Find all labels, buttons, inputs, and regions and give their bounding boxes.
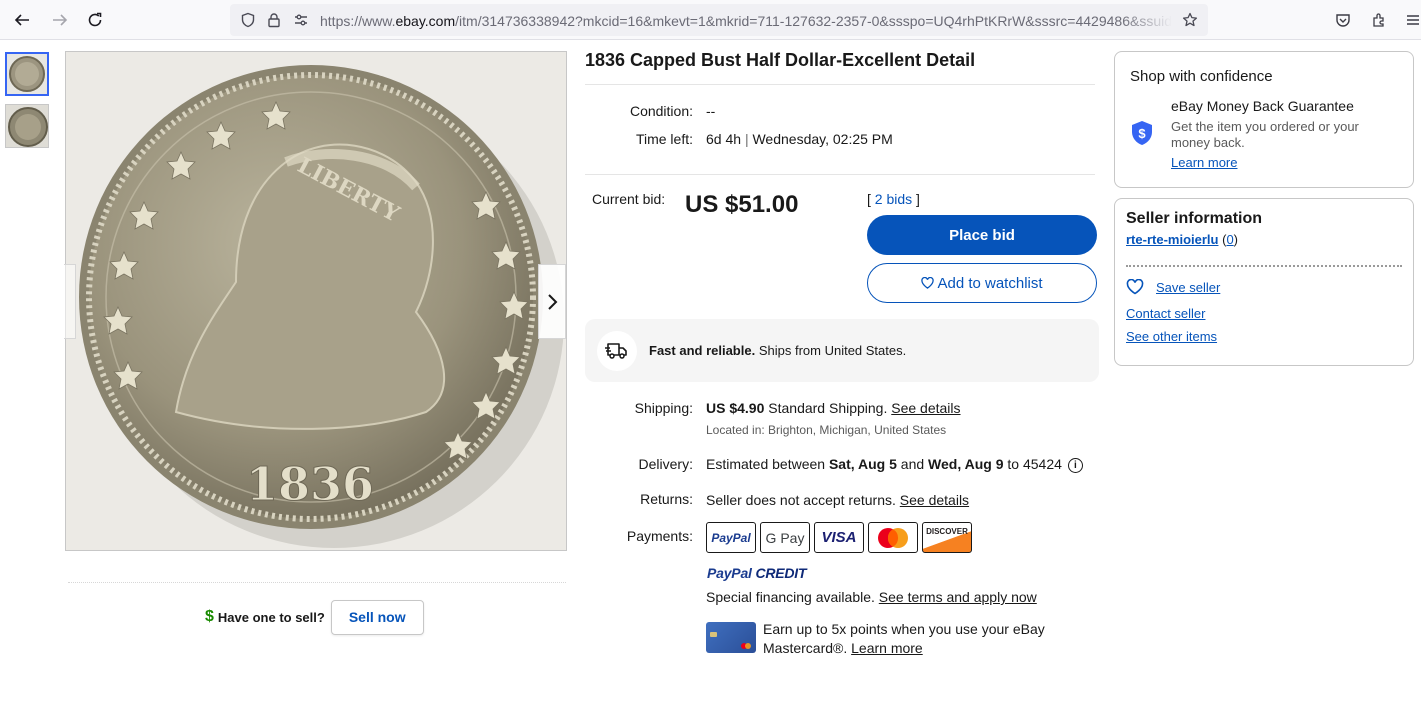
money-back-title: eBay Money Back Guarantee [1171,98,1354,114]
see-terms-link[interactable]: See terms and apply now [879,589,1037,605]
truck-icon [597,331,637,371]
permissions-icon[interactable] [293,12,309,28]
time-left-label: Time left: [635,131,693,147]
dollar-icon: $ [205,608,214,625]
divider [1126,265,1402,267]
money-back-description: Get the item you ordered or your money b… [1171,119,1359,150]
see-other-items-link[interactable]: See other items [1126,329,1217,344]
back-arrow-icon[interactable] [10,8,34,32]
returns-value: Seller does not accept returns. See deta… [706,492,970,508]
divider [585,174,1095,175]
shipping-value: US $4.90 Standard Shipping. See details [706,400,961,416]
menu-icon[interactable] [1403,10,1421,30]
condition-label: Condition: [629,103,693,119]
returns-see-details-link[interactable]: See details [900,492,969,508]
main-item-image[interactable]: LIBERTY 1836 [65,51,567,551]
seller-information-panel: Seller information rte-rte-mioierlu (0) … [1114,198,1414,366]
bid-count: [ 2 bids ] [867,191,920,207]
condition-value: -- [706,103,716,119]
reload-icon[interactable] [83,8,107,32]
shop-with-confidence-panel: Shop with confidence $ eBay Money Back G… [1114,51,1414,188]
seller-feedback-link[interactable]: 0 [1226,232,1233,247]
add-to-watchlist-button[interactable]: Add to watchlist [867,263,1097,303]
add-to-watchlist-label: Add to watchlist [937,274,1043,292]
coin-year: 1836 [246,457,374,511]
current-bid-value: US $51.00 [685,191,799,218]
seller-name-row: rte-rte-mioierlu (0) [1126,232,1239,247]
chevron-right-icon [548,293,558,310]
special-financing: Special financing available. See terms a… [706,589,1037,605]
paypal-logo: PayPal [706,522,756,553]
divider [68,582,566,583]
mastercard-learn-more-link[interactable]: Learn more [851,640,923,656]
current-bid-label: Current bid: [592,191,666,207]
image-next-button[interactable] [538,264,566,339]
image-prev-button[interactable] [64,264,76,339]
divider [585,84,1095,85]
payments-label: Payments: [626,528,693,544]
browser-toolbar: https://www.ebay.com/itm/314736338942?mk… [0,0,1421,40]
delivery-value: Estimated between Sat, Aug 5 and Wed, Au… [706,456,1083,473]
save-seller-button[interactable]: Save seller [1126,279,1220,295]
forward-arrow-icon[interactable] [48,8,72,32]
shipping-banner-text: Fast and reliable. Ships from United Sta… [649,343,907,358]
discover-logo: DISCOVER [922,522,972,553]
money-back-shield-icon: $ [1130,120,1154,146]
lock-icon[interactable] [266,12,282,28]
heart-icon [1126,279,1144,295]
contact-seller-link[interactable]: Contact seller [1126,306,1205,321]
bookmark-star-icon[interactable] [1182,12,1198,28]
extensions-icon[interactable] [1369,10,1389,30]
bids-link[interactable]: 2 bids [875,191,912,207]
money-back-learn-more-link[interactable]: Learn more [1171,155,1237,170]
item-title: 1836 Capped Bust Half Dollar-Excellent D… [585,50,976,70]
mastercard-logo [868,522,918,553]
shipping-see-details-link[interactable]: See details [891,400,960,416]
info-icon[interactable]: i [1067,458,1083,473]
thumbnail-reverse[interactable] [5,104,49,148]
place-bid-button[interactable]: Place bid [867,215,1097,255]
shipping-banner: Fast and reliable. Ships from United Sta… [585,319,1099,382]
pocket-icon[interactable] [1333,10,1353,30]
payment-methods: PayPal G Pay VISA DISCOVER [706,522,972,553]
ebay-mastercard-promo: Earn up to 5x points when you use your e… [763,621,1045,656]
save-seller-label: Save seller [1156,279,1221,295]
have-one-to-sell: $ Have one to sell? Sell now [205,599,424,635]
paypal-credit-logo: PayPal CREDIT [707,565,807,581]
ebay-mastercard-image [706,622,756,653]
heart-icon [921,277,935,289]
address-bar[interactable]: https://www.ebay.com/itm/314736338942?mk… [230,4,1208,36]
google-pay-logo: G Pay [760,522,810,553]
visa-logo: VISA [814,522,864,553]
thumbnail-obverse[interactable] [5,52,49,96]
svg-text:$: $ [1138,126,1146,141]
time-left-value: 6d 4h | Wednesday, 02:25 PM [706,131,893,147]
shop-confidence-title: Shop with confidence [1130,68,1273,85]
seller-info-title: Seller information [1126,210,1263,227]
url-text[interactable]: https://www.ebay.com/itm/314736338942?mk… [320,12,1172,30]
have-one-label: Have one to sell? [217,609,325,625]
delivery-label: Delivery: [638,456,693,472]
shipping-label: Shipping: [634,400,693,416]
sell-now-button[interactable]: Sell now [330,599,424,635]
tracking-shield-icon[interactable] [240,12,256,28]
located-in: Located in: Brighton, Michigan, United S… [706,423,947,437]
seller-name-link[interactable]: rte-rte-mioierlu [1126,232,1218,247]
returns-label: Returns: [640,491,693,507]
